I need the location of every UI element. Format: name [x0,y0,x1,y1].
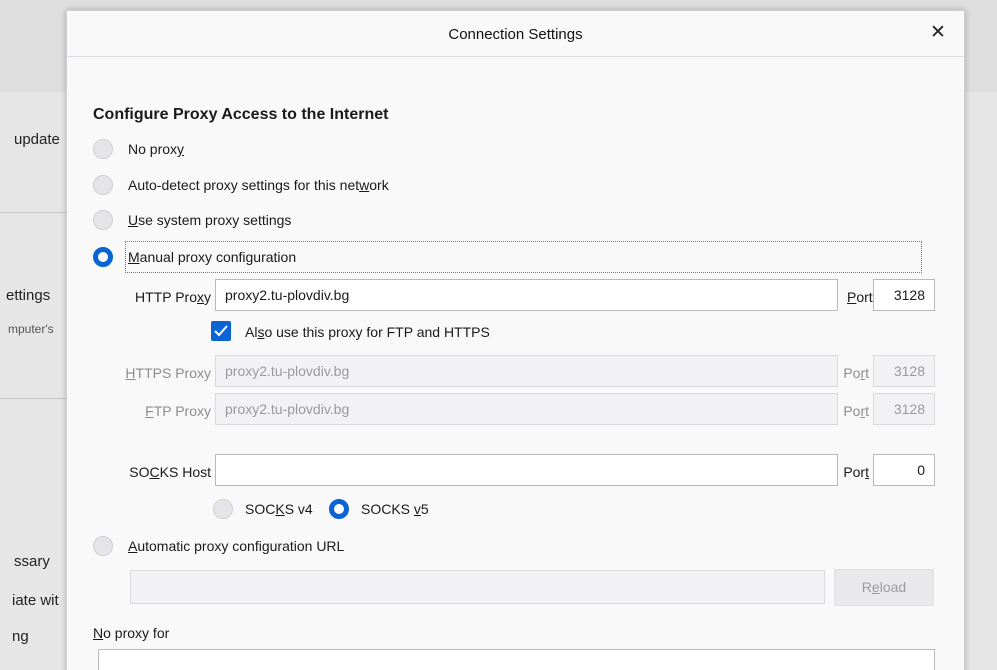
radio-label-socks-v4: SOCKS v4 [245,501,313,517]
radio-socks-v4[interactable]: SOCKS v4 [213,497,313,521]
reload-button[interactable]: Reload [834,569,934,606]
http-port-input[interactable]: 3128 [873,279,935,311]
background-text-update: update [14,131,60,148]
background-divider [0,398,70,399]
radio-label-manual-proxy: Manual proxy configuration [128,249,297,265]
radio-system-proxy[interactable]: Use system proxy settings [93,208,291,232]
ftp-port-label: Port [843,403,869,419]
radio-manual-proxy[interactable]: Manual proxy configuration [93,245,296,269]
http-port-label: Port [847,289,873,305]
checkmark-icon [214,325,228,337]
http-proxy-input[interactable]: proxy2.tu-plovdiv.bg [215,279,838,311]
radio-circle[interactable] [213,499,233,519]
radio-circle[interactable] [93,139,113,159]
radio-no-proxy[interactable]: No proxy [93,137,184,161]
socks-host-label: SOCKS Host [129,464,211,480]
radio-circle-selected[interactable] [329,499,349,519]
radio-label-auto-detect: Auto-detect proxy settings for this netw… [128,177,389,193]
background-text-ng: ng [12,628,29,645]
https-proxy-label: HTTPS Proxy [125,365,211,381]
ftp-port-input[interactable]: 3128 [873,393,935,425]
share-proxy-label: Also use this proxy for FTP and HTTPS [245,324,490,340]
background-text-settings: ettings [6,287,51,304]
background-text-necessary: ssary [14,553,50,570]
socks-port-input[interactable]: 0 [873,454,935,486]
radio-label-no-proxy: No proxy [128,141,185,157]
ftp-proxy-input[interactable]: proxy2.tu-plovdiv.bg [215,393,838,425]
background-divider [0,212,70,213]
radio-label-system-proxy: Use system proxy settings [128,212,292,228]
no-proxy-for-label: No proxy for [93,625,170,641]
radio-circle[interactable] [93,210,113,230]
connection-settings-dialog: Connection Settings ✕ Configure Proxy Ac… [66,10,965,670]
radio-auto-detect[interactable]: Auto-detect proxy settings for this netw… [93,173,389,197]
section-heading: Configure Proxy Access to the Internet [93,106,389,123]
radio-label-auto-config-url: Automatic proxy configuration URL [128,538,345,554]
https-port-input[interactable]: 3128 [873,355,935,387]
radio-label-socks-v5: SOCKS v5 [361,501,429,517]
socks-host-input[interactable] [215,454,838,486]
no-proxy-for-textarea[interactable] [98,649,935,670]
share-proxy-checkbox[interactable] [211,321,231,341]
radio-circle[interactable] [93,175,113,195]
radio-circle[interactable] [93,536,113,556]
socks-port-label: Port [843,464,869,480]
dialog-titlebar: Connection Settings ✕ [67,11,964,57]
ftp-proxy-label: FTP Proxy [145,403,211,419]
https-proxy-input[interactable]: proxy2.tu-plovdiv.bg [215,355,838,387]
background-text-update-with: iate wit [12,592,59,609]
auto-config-url-input[interactable] [130,570,825,604]
close-button[interactable]: ✕ [926,21,950,45]
close-icon: ✕ [930,22,946,43]
radio-socks-v5[interactable]: SOCKS v5 [329,497,429,521]
dialog-title: Connection Settings [448,26,583,43]
https-port-label: Port [843,365,869,381]
radio-circle-selected[interactable] [93,247,113,267]
background-text-computers: mputer's [8,322,54,336]
radio-auto-config-url[interactable]: Automatic proxy configuration URL [93,534,344,558]
http-proxy-label: HTTP Proxy [135,289,211,305]
